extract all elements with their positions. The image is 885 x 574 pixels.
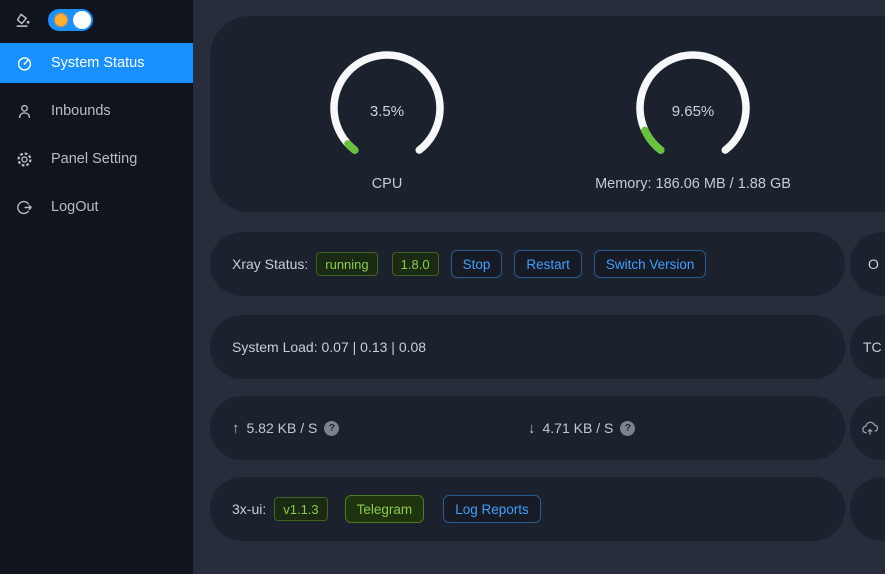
dashboard-icon [16,55,33,72]
xray-running-tag: running [316,252,377,276]
sidebar-item-label: Inbounds [51,103,111,119]
sidebar-item-label: LogOut [51,199,99,215]
right-card-connections: TC [850,315,885,379]
app-window: System Status Inbounds [0,0,885,574]
dark-mode-toggle[interactable] [48,9,93,31]
right-card-uptime: O [850,232,885,296]
memory-percent: 9.65% [633,48,753,168]
sidebar-menu: System Status Inbounds [0,43,193,227]
gear-icon [16,151,33,168]
cpu-percent: 3.5% [327,48,447,168]
network-speed-card: ↑ 5.82 KB / S ? ↓ 4.71 KB / S ? [210,396,845,460]
switch-version-button[interactable]: Switch Version [594,250,707,278]
arrow-down-icon: ↓ [528,420,536,437]
sidebar-item-system-status[interactable]: System Status [0,43,193,83]
sidebar-item-logout[interactable]: LogOut [0,187,193,227]
app-version-tag: v1.1.3 [274,497,327,521]
main-content: 3.5% CPU 9.65% Memory: 186.06 MB / 1.88 … [193,0,885,574]
logout-icon [16,199,33,216]
right-card-extra [850,477,885,541]
system-load-text: System Load: 0.07 | 0.13 | 0.08 [232,339,426,355]
sidebar-item-panel-setting[interactable]: Panel Setting [0,139,193,179]
restart-button[interactable]: Restart [514,250,582,278]
xray-version-tag: 1.8.0 [392,252,439,276]
cloud-upload-icon [861,419,879,437]
sidebar-item-label: Panel Setting [51,151,137,167]
sidebar: System Status Inbounds [0,0,193,574]
telegram-button[interactable]: Telegram [345,495,425,523]
download-speed-text: 4.71 KB / S [543,420,614,436]
memory-gauge: 9.65% [633,48,753,168]
status-overview-card: 3.5% CPU 9.65% Memory: 186.06 MB / 1.88 … [210,16,885,212]
toggle-knob [73,11,91,29]
arrow-up-icon: ↑ [232,420,240,437]
question-circle-icon[interactable]: ? [620,421,635,436]
xray-status-card: Xray Status: running 1.8.0 Stop Restart … [210,232,845,296]
cpu-gauge: 3.5% [327,48,447,168]
question-circle-icon[interactable]: ? [324,421,339,436]
right-card-traffic [850,396,885,460]
cpu-caption: CPU [327,176,447,192]
right-card-text-fragment: TC [863,339,882,355]
log-reports-button[interactable]: Log Reports [443,495,541,523]
theme-color-icon[interactable] [15,12,32,29]
sidebar-item-label: System Status [51,55,144,71]
user-icon [16,103,33,120]
app-label: 3x-ui: [232,501,266,517]
system-load-card: System Load: 0.07 | 0.13 | 0.08 [210,315,845,379]
right-card-text-fragment: O [868,256,879,272]
memory-caption: Memory: 186.06 MB / 1.88 GB [593,176,793,192]
sidebar-theme-row [0,0,193,40]
stop-button[interactable]: Stop [451,250,503,278]
upload-speed-group: ↑ 5.82 KB / S ? [232,420,339,437]
xray-status-label: Xray Status: [232,256,308,272]
download-speed-group: ↓ 4.71 KB / S ? [528,420,635,437]
app-version-card: 3x-ui: v1.1.3 Telegram Log Reports [210,477,845,541]
sun-icon [55,14,67,26]
sidebar-item-inbounds[interactable]: Inbounds [0,91,193,131]
upload-speed-text: 5.82 KB / S [247,420,318,436]
